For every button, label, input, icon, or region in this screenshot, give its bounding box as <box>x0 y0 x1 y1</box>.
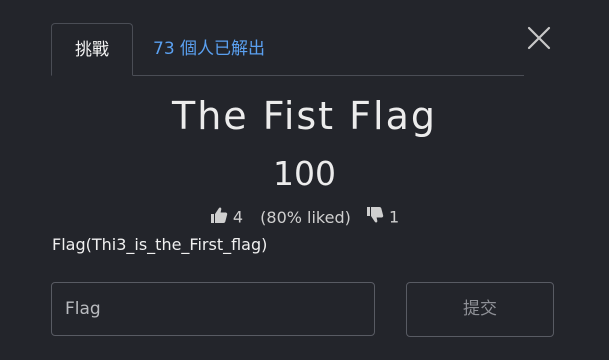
liked-percentage: (80% liked) <box>260 207 351 227</box>
challenge-ratings: 4 (80% liked) 1 <box>0 206 609 228</box>
likes-count: 4 <box>232 207 244 227</box>
challenge-value: 100 <box>273 154 336 193</box>
tab-solves[interactable]: 73 個人已解出 <box>153 23 265 75</box>
close-icon[interactable] <box>526 25 552 51</box>
tab-challenge[interactable]: 挑戰 <box>51 23 133 76</box>
challenge-modal: 挑戰 73 個人已解出 The Fist Flag 100 4 (80% lik… <box>0 0 609 360</box>
thumbs-up-icon[interactable] <box>210 206 228 228</box>
dislikes-count: 1 <box>389 207 400 227</box>
challenge-name: The Fist Flag <box>171 94 437 138</box>
flag-input[interactable] <box>51 282 375 336</box>
submit-button[interactable]: 提交 <box>406 282 554 337</box>
thumbs-down-icon[interactable] <box>366 206 384 228</box>
modal-tabs: 挑戰 73 個人已解出 <box>51 23 524 76</box>
challenge-description: Flag(Thi3_is_the_First_flag) <box>52 235 268 254</box>
